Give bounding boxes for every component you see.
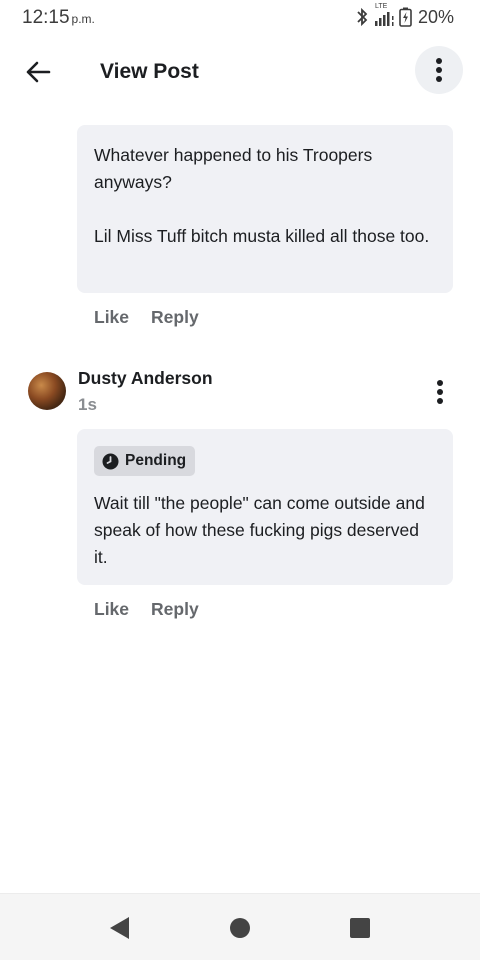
back-button[interactable] [16, 50, 60, 94]
pending-badge: Pending [94, 446, 196, 476]
status-bar: 12:15 p.m. LTE 20% [0, 0, 480, 36]
more-vertical-icon [436, 58, 442, 82]
comment-text: Whatever happened to his Troopers anyway… [94, 145, 373, 192]
signal-icon: LTE [373, 3, 395, 27]
triangle-back-icon [110, 917, 129, 939]
status-time-value: 12:15 [22, 7, 70, 28]
nav-back-button[interactable] [105, 914, 133, 942]
nav-home-button[interactable] [226, 914, 254, 942]
app-bar: View Post [0, 36, 480, 108]
comment-author[interactable]: Dusty Anderson [78, 368, 213, 389]
comment-bubble: Pending Wait till "the people" can come … [77, 429, 453, 585]
comment-text: Lil Miss Tuff bitch musta killed all tho… [94, 226, 430, 246]
comment-bubble: Whatever happened to his Troopers anyway… [77, 125, 453, 293]
pending-label: Pending [125, 452, 187, 469]
comment-actions: Like Reply [94, 599, 199, 620]
clock-icon [102, 453, 119, 469]
reply-button[interactable]: Reply [151, 307, 199, 328]
square-recents-icon [350, 918, 370, 938]
like-button[interactable]: Like [94, 307, 129, 328]
status-time: 12:15 p.m. [22, 7, 95, 29]
comment-timestamp: 1s [78, 395, 97, 414]
arrow-left-icon [26, 61, 51, 83]
system-nav-bar [0, 893, 480, 960]
more-vertical-icon [437, 380, 443, 404]
comment-actions: Like Reply [94, 307, 199, 328]
page-title: View Post [100, 60, 199, 83]
reply-button[interactable]: Reply [151, 599, 199, 620]
post-menu-button[interactable] [415, 46, 463, 94]
bluetooth-icon [357, 7, 368, 27]
battery-percent: 20% [417, 6, 454, 27]
comment-menu-button[interactable] [428, 378, 452, 406]
comment-text: Wait till "the people" can come outside … [94, 493, 425, 567]
circle-home-icon [230, 918, 250, 938]
nav-recents-button[interactable] [346, 914, 374, 942]
like-button[interactable]: Like [94, 599, 129, 620]
status-icons: LTE 20% [355, 3, 454, 28]
battery-charging-icon [399, 7, 412, 27]
avatar[interactable] [28, 372, 66, 410]
status-time-ampm: p.m. [71, 12, 95, 26]
